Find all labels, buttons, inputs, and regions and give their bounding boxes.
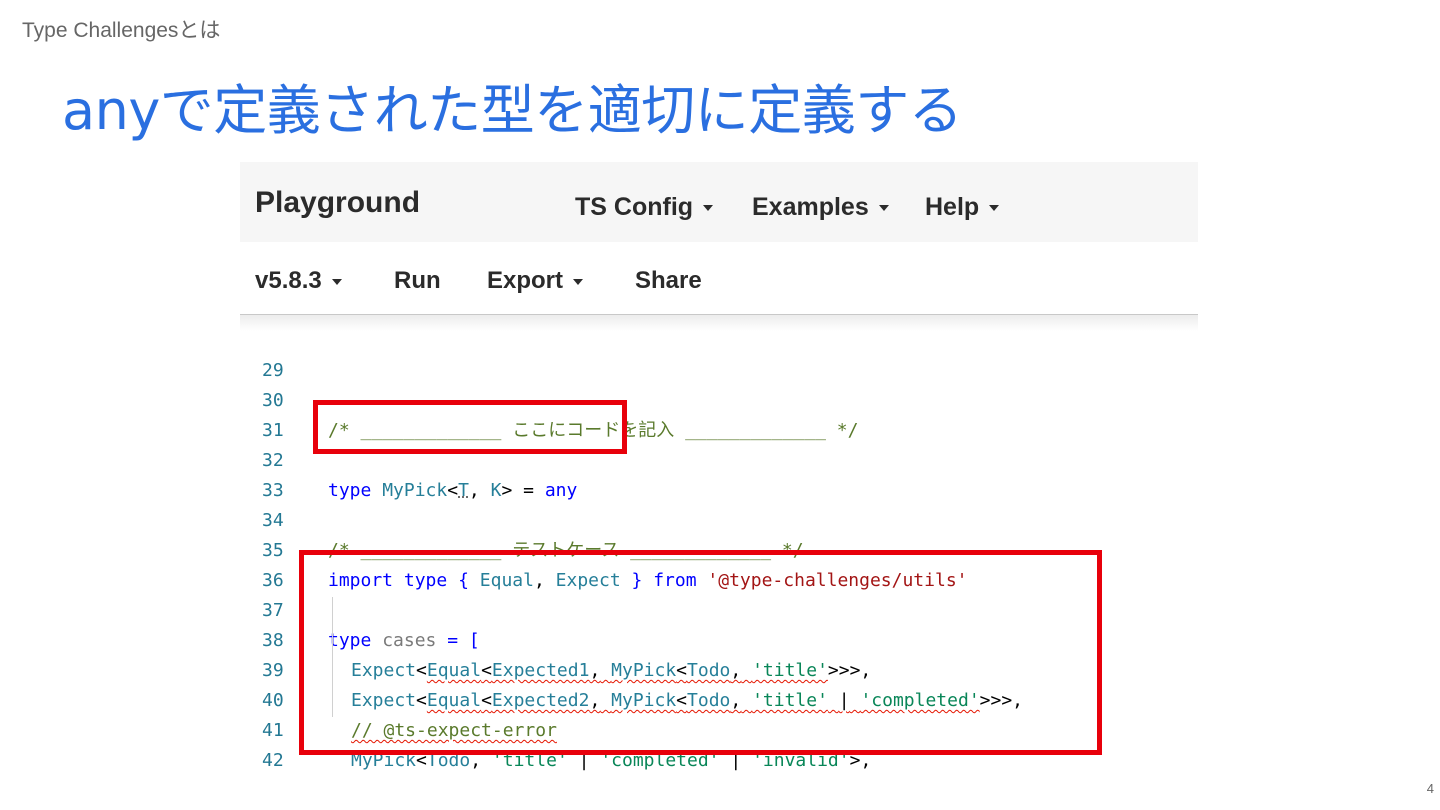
playground-toolbar: v5.8.3 Run Export Share [240,242,1198,315]
nav-ts-config[interactable]: TS Config [575,193,714,222]
code-text: type MyPick<T, K> = any [328,476,577,506]
type-name: MyPick [382,480,448,501]
code-line: 34 /* _____________ テストケース _____________… [240,476,804,561]
code-line: 44 [240,776,327,780]
caret-down-icon [703,205,714,212]
nav-ts-config-label: TS Config [575,193,694,221]
punct: , [468,480,480,501]
code-text: ] [328,776,339,780]
version-label: v5.8.3 [255,267,322,294]
code-line: 30 /* _____________ ここにコードを記入 __________… [240,356,858,441]
highlight-box-testcases [299,550,1102,755]
caret-down-icon [989,205,1000,212]
code-line: 35 import type { Equal, Expect } from '@… [240,506,968,591]
keyword: any [544,480,578,501]
caret-down-icon [878,205,889,212]
version-select[interactable]: v5.8.3 [255,267,342,295]
nav-examples[interactable]: Examples [752,193,889,222]
section-label: Type Challengesとは [22,19,221,42]
caret-down-icon [331,278,342,285]
playground-brand[interactable]: Playground [255,186,420,220]
nav-help[interactable]: Help [925,193,1000,222]
punct: < [447,480,459,501]
keyword: type [328,480,372,501]
playground-topbar: Playground TS Config Examples Help [240,162,1198,242]
nav-help-label: Help [925,193,980,221]
export-label: Export [487,267,564,294]
caret-down-icon [573,278,584,285]
slide-title: anyで定義された型を適切に定義する [62,79,963,142]
type-param: K [490,480,502,501]
type-param: T [458,480,469,501]
punct: > = [501,480,534,501]
page-number: 4 [1426,781,1434,796]
export-menu[interactable]: Export [487,267,584,295]
code-line: 29 [240,326,327,381]
run-button[interactable]: Run [394,267,441,295]
nav-examples-label: Examples [752,193,869,221]
highlight-box-mypick [313,400,627,454]
share-button[interactable]: Share [635,267,702,295]
slide: Type Challengesとは anyで定義された型を適切に定義する Pla… [0,0,1440,810]
